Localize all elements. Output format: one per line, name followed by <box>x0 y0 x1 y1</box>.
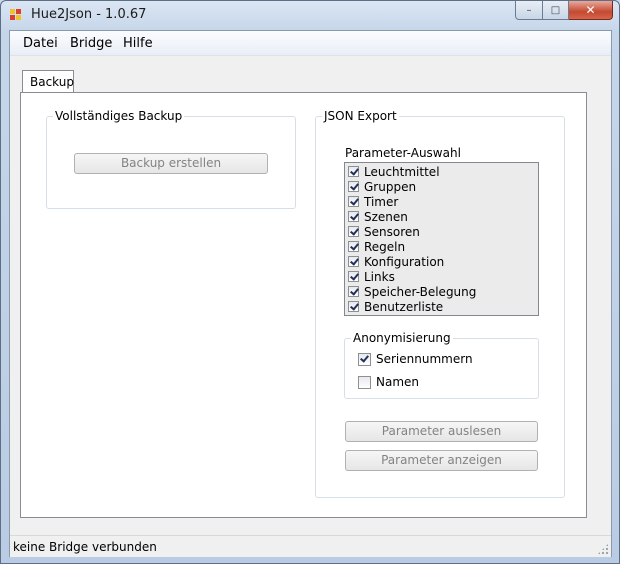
checkbox[interactable] <box>348 286 359 297</box>
list-item-label: Regeln <box>364 239 406 254</box>
backup-group-title: Vollständiges Backup <box>53 109 185 123</box>
minimize-button[interactable]: – <box>515 1 543 20</box>
title-bar[interactable]: Hue2Json - 1.0.67 – □ ✕ <box>1 1 619 29</box>
checkbox[interactable] <box>348 196 359 207</box>
list-item[interactable]: Regeln <box>348 239 405 254</box>
checkbox[interactable] <box>348 181 359 192</box>
checkbox[interactable] <box>348 256 359 267</box>
tab-backup[interactable]: Backup <box>22 70 74 92</box>
resize-grip-icon[interactable] <box>597 543 609 555</box>
list-item-label: Benutzerliste <box>364 299 444 314</box>
json-export-group: JSON Export Parameter-Auswahl Leuchtmitt… <box>315 109 565 498</box>
list-item-label: Szenen <box>364 209 408 224</box>
app-window: Hue2Json - 1.0.67 – □ ✕ Datei Bridge Hil… <box>0 0 620 564</box>
checkbox[interactable] <box>348 271 359 282</box>
list-item[interactable]: Timer <box>348 194 398 209</box>
checkbox[interactable] <box>348 226 359 237</box>
read-parameters-button[interactable]: Parameter auslesen <box>345 421 538 442</box>
serial-numbers-checkbox-row[interactable]: Seriennummern <box>358 352 473 366</box>
list-item-label: Links <box>364 269 395 284</box>
minimize-icon: – <box>526 4 532 16</box>
list-item[interactable]: Speicher-Belegung <box>348 284 476 299</box>
list-item[interactable]: Links <box>348 269 395 284</box>
list-item[interactable]: Szenen <box>348 209 408 224</box>
checkbox[interactable] <box>348 301 359 312</box>
show-parameters-button[interactable]: Parameter anzeigen <box>345 450 538 471</box>
create-backup-button[interactable]: Backup erstellen <box>74 153 268 174</box>
list-item-label: Leuchtmittel <box>364 164 440 179</box>
menu-hilfe[interactable]: Hilfe <box>123 36 153 51</box>
client-area: Datei Bridge Hilfe Backup Vollständiges … <box>9 30 612 557</box>
checkbox[interactable] <box>348 211 359 222</box>
anonymization-group-title: Anonymisierung <box>351 331 453 345</box>
menu-bridge[interactable]: Bridge <box>70 36 112 51</box>
anonymization-group: Anonymisierung Seriennummern Namen <box>344 331 539 399</box>
checkbox[interactable] <box>348 166 359 177</box>
json-export-group-title: JSON Export <box>322 109 399 123</box>
window-controls: – □ ✕ <box>515 1 613 20</box>
status-bar: keine Bridge verbunden <box>10 535 611 557</box>
list-item[interactable]: Sensoren <box>348 224 420 239</box>
list-item[interactable]: Gruppen <box>348 179 416 194</box>
tab-page-backup: Vollständiges Backup Backup erstellen JS… <box>20 92 587 518</box>
backup-group: Vollständiges Backup Backup erstellen <box>46 109 296 209</box>
close-icon: ✕ <box>585 3 596 17</box>
names-checkbox[interactable] <box>358 375 371 389</box>
list-item-label: Konfiguration <box>364 254 445 269</box>
names-checkbox-row[interactable]: Namen <box>358 375 419 389</box>
maximize-icon: □ <box>550 4 561 16</box>
parameter-listbox[interactable]: Leuchtmittel Gruppen Timer Szenen Sensor… <box>344 162 539 316</box>
names-label: Namen <box>376 375 420 389</box>
list-item-label: Sensoren <box>364 224 420 239</box>
status-text: keine Bridge verbunden <box>13 540 157 554</box>
maximize-button[interactable]: □ <box>543 1 569 20</box>
app-icon <box>10 9 22 21</box>
list-item[interactable]: Benutzerliste <box>348 299 443 314</box>
list-item-label: Speicher-Belegung <box>364 284 477 299</box>
serial-numbers-checkbox[interactable] <box>358 352 371 366</box>
menu-datei[interactable]: Datei <box>23 36 58 51</box>
list-item-label: Gruppen <box>364 179 417 194</box>
close-button[interactable]: ✕ <box>569 1 613 20</box>
parameter-selection-label: Parameter-Auswahl <box>345 146 461 160</box>
menu-bar: Datei Bridge Hilfe <box>10 31 611 56</box>
serial-numbers-label: Seriennummern <box>376 352 473 366</box>
list-item[interactable]: Leuchtmittel <box>348 164 440 179</box>
list-item-label: Timer <box>364 194 399 209</box>
checkbox[interactable] <box>348 241 359 252</box>
list-item[interactable]: Konfiguration <box>348 254 444 269</box>
window-title: Hue2Json - 1.0.67 <box>31 7 147 22</box>
